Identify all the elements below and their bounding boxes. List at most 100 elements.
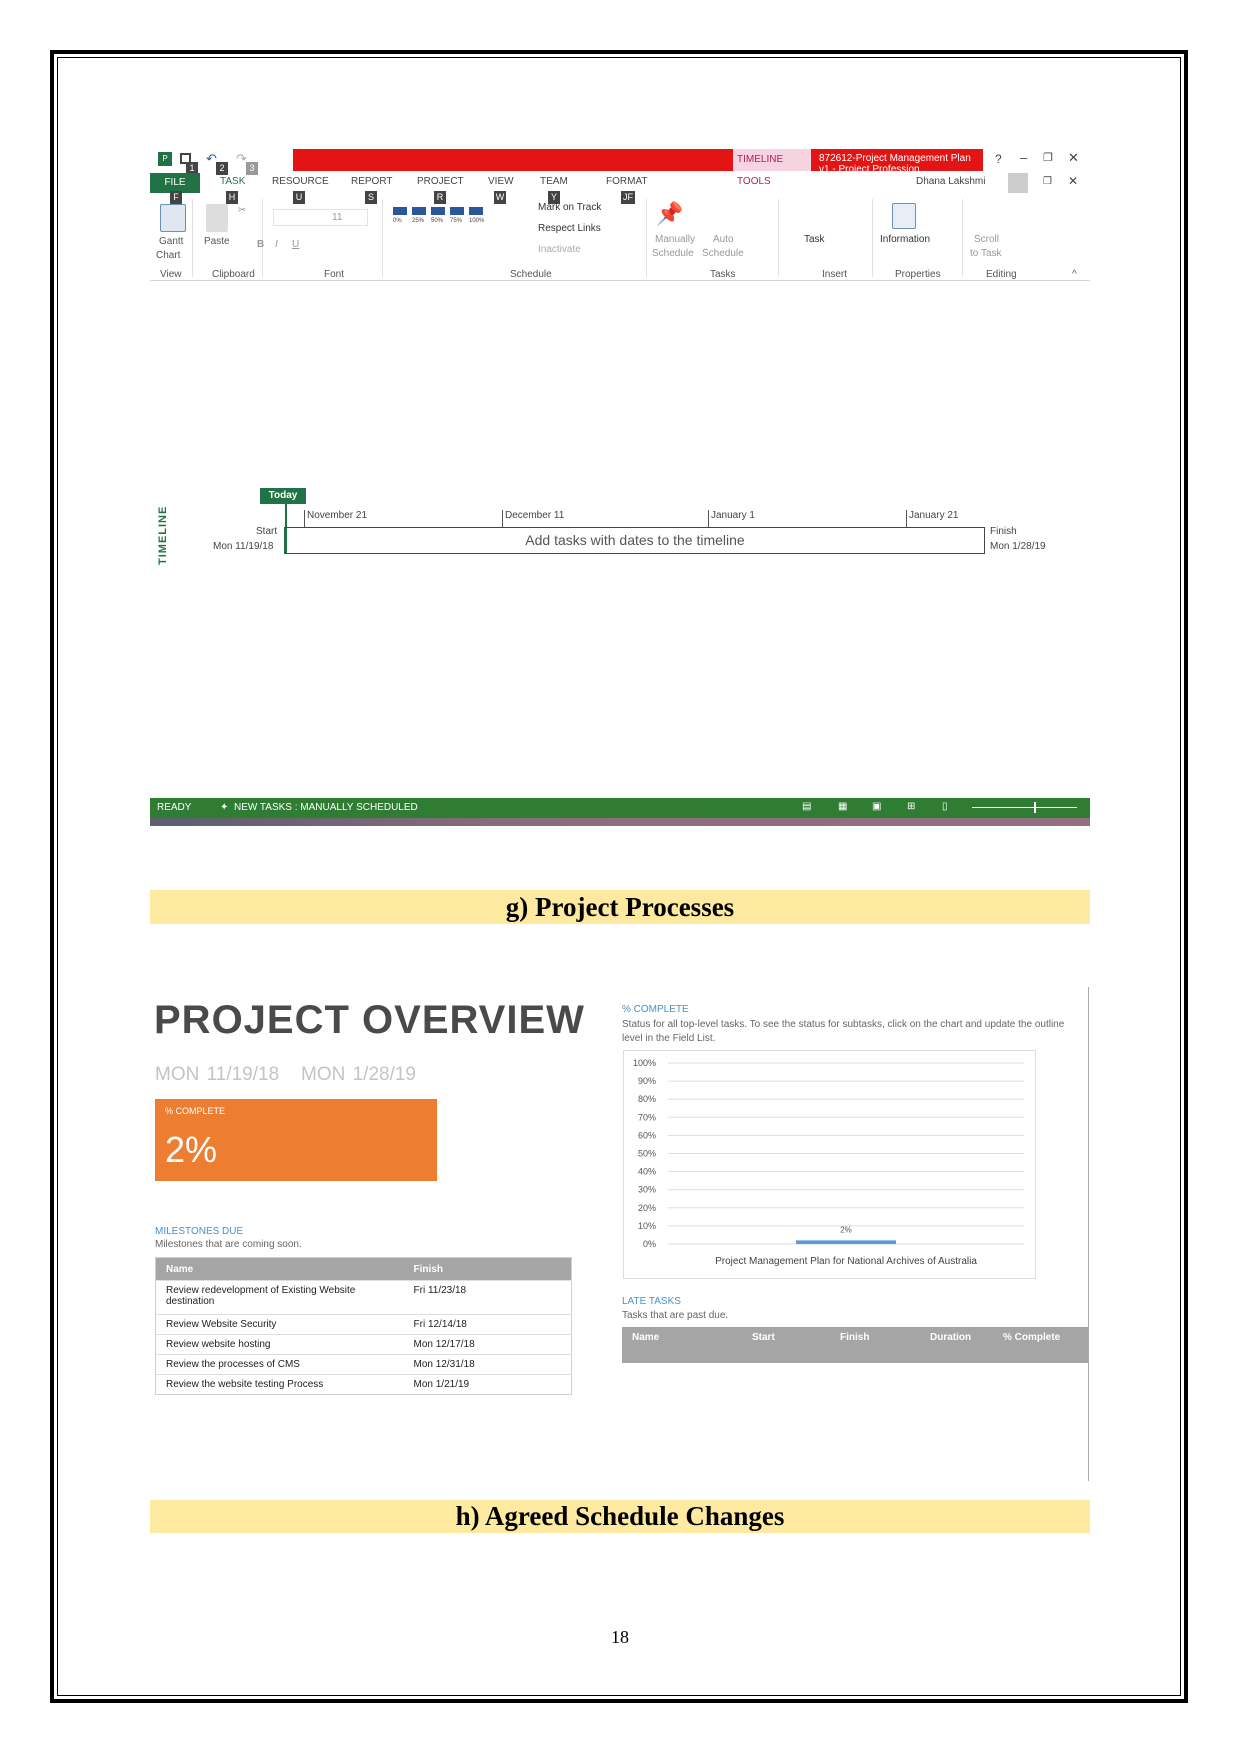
scroll-to-task-label: to Task (970, 248, 1002, 259)
zoom-slider-thumb[interactable] (1034, 802, 1036, 813)
late-tasks-table-header: Name Start Finish Duration % Complete (622, 1327, 1088, 1363)
tab-team[interactable]: TEAM (540, 176, 568, 187)
close-document-button[interactable]: ✕ (1068, 174, 1078, 188)
milestone-name: Review the website testing Process (155, 1374, 404, 1395)
information-button[interactable]: Information (880, 234, 930, 245)
avatar[interactable] (1008, 173, 1028, 193)
report-icon[interactable]: ▯ (942, 801, 948, 812)
tab-format[interactable]: FORMAT (606, 176, 647, 187)
cut-icon[interactable]: ✂ (238, 205, 246, 216)
percent-complete-card: % COMPLETE 2% (155, 1099, 437, 1181)
collapse-ribbon-icon[interactable]: ^ (1072, 269, 1077, 280)
report-edge-line (1088, 987, 1089, 1481)
chart-section-title: % COMPLETE (622, 1004, 689, 1015)
manually-schedule-button[interactable]: Manually (655, 234, 695, 245)
pin-icon: 📌 (656, 201, 684, 226)
tab-task[interactable]: TASK (220, 176, 245, 187)
col-percent-complete: % Complete (1003, 1332, 1061, 1343)
pct-0-button[interactable] (393, 207, 407, 215)
milestones-subtitle: Milestones that are coming soon. (155, 1239, 302, 1250)
font-name-select[interactable] (273, 209, 368, 226)
gantt-chart-button-2[interactable]: Chart (156, 250, 180, 261)
group-tasks-label: Tasks (710, 269, 736, 280)
respect-links-button[interactable]: Respect Links (538, 223, 601, 234)
font-size-select[interactable]: 11 (332, 212, 342, 223)
tab-project[interactable]: PROJECT (417, 176, 464, 187)
window-title: 872612-Project Management Plan v1 - Proj… (819, 153, 971, 175)
italic-button[interactable]: I (275, 239, 278, 250)
milestone-name: Review the processes of CMS (155, 1354, 404, 1375)
group-font-label: Font (324, 269, 345, 280)
milestones-title: MILESTONES DUE (155, 1226, 244, 1237)
chart-section-subtitle: Status for all top-level tasks. To see t… (622, 1019, 1065, 1044)
paste-button[interactable]: Paste (204, 236, 230, 247)
timeline-bar[interactable]: Add tasks with dates to the timeline (284, 527, 985, 554)
percent-complete-buttons (393, 207, 483, 215)
timeline-finish-date: Mon 1/28/19 (990, 541, 1046, 552)
project-app-icon: P (158, 152, 172, 166)
y-tick-label: 30% (638, 1185, 656, 1195)
milestones-table: Name Finish Review redevelopment of Exist… (155, 1257, 572, 1395)
tab-report[interactable]: REPORT (351, 176, 393, 187)
milestone-finish: Fri 12/14/18 (403, 1314, 572, 1335)
milestone-row: Review the processes of CMS Mon 12/31/18 (155, 1354, 572, 1375)
new-tasks-mode[interactable]: NEW TASKS : MANUALLY SCHEDULED (234, 802, 418, 813)
user-name[interactable]: Dhana Lakshmi (916, 176, 985, 187)
percent-complete-chart[interactable]: 100% 90% 80% 70% 60% 50% 40% 30% 20% 10% 0% 2% Proje… (623, 1050, 1036, 1279)
x-category-label: Project Management Plan for National Arc… (715, 1256, 977, 1267)
tab-file[interactable]: FILE (150, 173, 200, 193)
pct-50-button[interactable] (431, 207, 445, 215)
status-bar: READY ✦ NEW TASKS : MANUALLY SCHEDULED ▤… (150, 798, 1090, 818)
gantt-chart-button[interactable]: Gantt (159, 236, 183, 247)
zoom-slider[interactable] (972, 807, 1077, 808)
tab-resource[interactable]: RESOURCE (272, 176, 329, 187)
pct-label: 25% (412, 218, 425, 224)
task-usage-icon[interactable]: ▦ (838, 801, 847, 812)
late-tasks-title: LATE TASKS (622, 1296, 681, 1307)
keytip: W (494, 191, 506, 204)
group-insert-label: Insert (822, 269, 848, 280)
minimize-button[interactable]: – (1020, 150, 1027, 165)
group-view-label: View (160, 269, 182, 280)
help-button[interactable]: ? (995, 152, 1002, 166)
timeline-start-date: Mon 11/19/18 (213, 541, 274, 552)
overview-finish: MON 1/28/19 (301, 1064, 416, 1085)
col-finish: Finish (403, 1257, 572, 1281)
restore-button[interactable]: ❐ (1043, 151, 1053, 164)
page-number: 18 (611, 1627, 629, 1647)
pct-25-button[interactable] (412, 207, 426, 215)
resource-sheet-icon[interactable]: ⊞ (907, 801, 915, 812)
paste-icon[interactable] (206, 204, 228, 232)
overview-dates: MON 11/19/18 MON 1/28/19 (155, 1064, 416, 1086)
bold-button[interactable]: B (257, 239, 264, 250)
auto-schedule-button[interactable]: Auto (713, 234, 734, 245)
pct-label: 50% (431, 218, 444, 224)
group-schedule-label: Schedule (510, 269, 552, 280)
group-properties-label: Properties (895, 269, 941, 280)
pct-label: 100% (469, 218, 485, 224)
bar[interactable] (796, 1240, 896, 1244)
close-button[interactable]: ✕ (1068, 150, 1079, 166)
timeline-start-label: Start (256, 526, 278, 537)
underline-button[interactable]: U (292, 239, 299, 250)
keytip: U (293, 191, 305, 204)
y-tick-label: 40% (638, 1167, 656, 1177)
y-tick-label: 100% (633, 1058, 656, 1068)
gantt-chart-icon[interactable] (160, 204, 186, 232)
task-insert-button[interactable]: Task (804, 234, 825, 245)
timeline-side-label: TIMELINE (157, 505, 169, 565)
y-tick-label: 0% (643, 1239, 656, 1249)
inactivate-button[interactable]: Inactivate (538, 244, 581, 255)
milestone-row: Review website hosting Mon 12/17/18 (155, 1334, 572, 1355)
milestone-name: Review website hosting (155, 1334, 404, 1355)
mark-on-track-button[interactable]: Mark on Track (538, 202, 601, 213)
late-tasks-subtitle: Tasks that are past due. (622, 1310, 729, 1321)
restore-ribbon-button[interactable]: ❐ (1043, 176, 1052, 187)
col-duration: Duration (930, 1332, 972, 1343)
scroll-to-task-button[interactable]: Scroll (974, 234, 999, 245)
pct-100-button[interactable] (469, 207, 483, 215)
pct-75-button[interactable] (450, 207, 464, 215)
gantt-view-icon[interactable]: ▤ (802, 801, 811, 812)
tab-view[interactable]: VIEW (488, 176, 514, 187)
team-planner-icon[interactable]: ▣ (872, 801, 881, 812)
